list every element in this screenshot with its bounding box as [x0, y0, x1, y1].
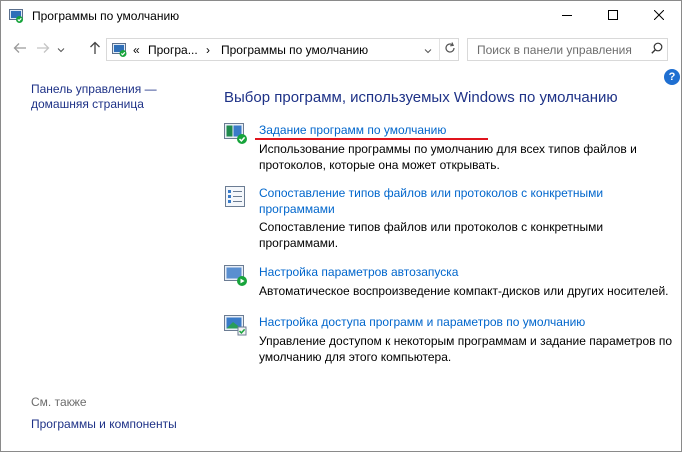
search-icon [650, 42, 663, 57]
refresh-button[interactable] [439, 39, 459, 60]
control-panel-location-icon [112, 43, 129, 57]
default-programs-icon [223, 122, 249, 146]
breadcrumb-separator[interactable]: › [206, 43, 210, 57]
task-link[interactable]: Настройка параметров автозапуска [259, 264, 669, 280]
arrow-right-icon [36, 42, 50, 57]
task-link[interactable]: Настройка доступа программ и параметров … [259, 314, 669, 330]
task-link[interactable]: Задание программ по умолчанию [259, 122, 669, 138]
maximize-icon [608, 9, 618, 23]
task-link[interactable]: Сопоставление типов файлов или протоколо… [259, 185, 669, 217]
highlight-underline [255, 138, 488, 140]
title-bar[interactable]: Программы по умолчанию [1, 1, 681, 31]
breadcrumb-programs[interactable]: Програ... [148, 43, 198, 57]
minimize-button[interactable] [544, 1, 590, 31]
recent-locations-button[interactable] [54, 38, 68, 60]
chevron-down-icon [424, 43, 432, 57]
task-description: Автоматическое воспроизведение компакт-д… [259, 284, 669, 298]
program-access-icon [223, 314, 249, 338]
programs-and-features-link[interactable]: Программы и компоненты [31, 417, 177, 431]
address-bar[interactable]: « Програ... › Программы по умолчанию [106, 38, 459, 61]
task-description: Сопоставление типов файлов или протоколо… [259, 220, 604, 250]
file-associations-icon [223, 185, 249, 209]
breadcrumb-overflow[interactable]: « [133, 43, 140, 57]
close-button[interactable] [636, 1, 682, 31]
window-title: Программы по умолчанию [32, 9, 180, 23]
maximize-button[interactable] [590, 1, 636, 31]
refresh-icon [444, 42, 456, 57]
address-history-button[interactable] [417, 39, 439, 60]
control-panel-window: Программы по умолчанию « Програ... › Про… [0, 0, 682, 452]
autoplay-icon [223, 264, 249, 288]
search-box[interactable] [467, 38, 668, 61]
control-panel-home-link[interactable]: Панель управления — домашняя страница [31, 82, 171, 112]
help-button[interactable]: ? [664, 69, 680, 85]
chevron-down-icon [57, 42, 65, 56]
search-button[interactable] [646, 39, 667, 60]
search-input[interactable] [468, 39, 643, 60]
back-button[interactable] [10, 38, 30, 60]
navigation-bar: « Програ... › Программы по умолчанию [1, 34, 681, 64]
forward-button[interactable] [33, 38, 53, 60]
task-description: Управление доступом к некоторым программ… [259, 334, 673, 364]
minimize-icon [562, 9, 572, 23]
breadcrumb-default-programs[interactable]: Программы по умолчанию [221, 43, 368, 57]
default-programs-window-icon [9, 9, 24, 23]
see-also-label: См. также [31, 395, 87, 409]
task-description: Использование программы по умолчанию для… [259, 142, 637, 172]
up-button[interactable] [85, 38, 105, 60]
close-icon [653, 9, 665, 23]
arrow-up-icon [89, 41, 101, 58]
page-title: Выбор программ, используемых Windows по … [224, 89, 618, 106]
arrow-left-icon [13, 42, 27, 57]
